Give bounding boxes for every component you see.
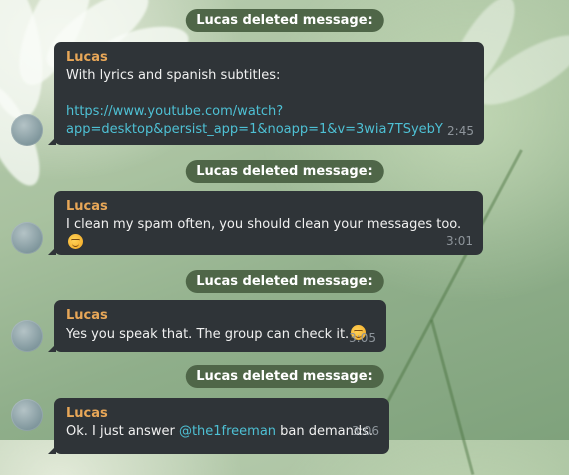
avatar[interactable] [11, 320, 43, 352]
avatar[interactable] [11, 114, 43, 146]
user-mention-link[interactable]: @the1freeman [179, 424, 276, 439]
message-text: Ok. I just answer @the1freeman ban deman… [66, 423, 377, 441]
message-text-content: Yes you speak that. The group can check … [66, 327, 350, 342]
message-bubble[interactable]: Lucas Yes you speak that. The group can … [48, 300, 386, 352]
message-text: I clean my spam often, you should clean … [66, 216, 471, 253]
message-bubble[interactable]: Lucas I clean my spam often, you should … [48, 191, 483, 255]
bubble-tail [48, 446, 56, 454]
message-time: 3:05 [349, 331, 376, 345]
smirking-face-icon [68, 234, 83, 249]
bubble-tail [48, 344, 56, 352]
message-text: With lyrics and spanish subtitles: [66, 68, 281, 83]
deleted-message-notice: Lucas deleted message: [185, 270, 384, 293]
deleted-message-notice: Lucas deleted message: [185, 365, 384, 388]
message-text-content: I clean my spam often, you should clean … [66, 217, 462, 232]
message-time: 3:06 [352, 424, 379, 438]
sender-name[interactable]: Lucas [66, 307, 374, 325]
avatar[interactable] [11, 399, 43, 431]
message-bubble[interactable]: Lucas Ok. I just answer @the1freeman ban… [48, 398, 389, 454]
youtube-link[interactable]: https://www.youtube.com/watch? app=deskt… [66, 103, 472, 139]
message-time: 2:45 [447, 124, 474, 138]
sender-name[interactable]: Lucas [66, 405, 377, 423]
sender-name[interactable]: Lucas [66, 198, 471, 216]
message-bubble[interactable]: Lucas With lyrics and spanish subtitles:… [48, 42, 484, 145]
message-time: 3:01 [446, 234, 473, 248]
bubble-tail [48, 137, 56, 145]
message-text-before: Ok. I just answer [66, 424, 179, 439]
bubble-tail [48, 247, 56, 255]
avatar[interactable] [11, 222, 43, 254]
sender-name[interactable]: Lucas [66, 49, 472, 67]
deleted-message-notice: Lucas deleted message: [185, 9, 384, 32]
deleted-message-notice: Lucas deleted message: [185, 160, 384, 183]
message-text: Yes you speak that. The group can check … [66, 325, 374, 344]
